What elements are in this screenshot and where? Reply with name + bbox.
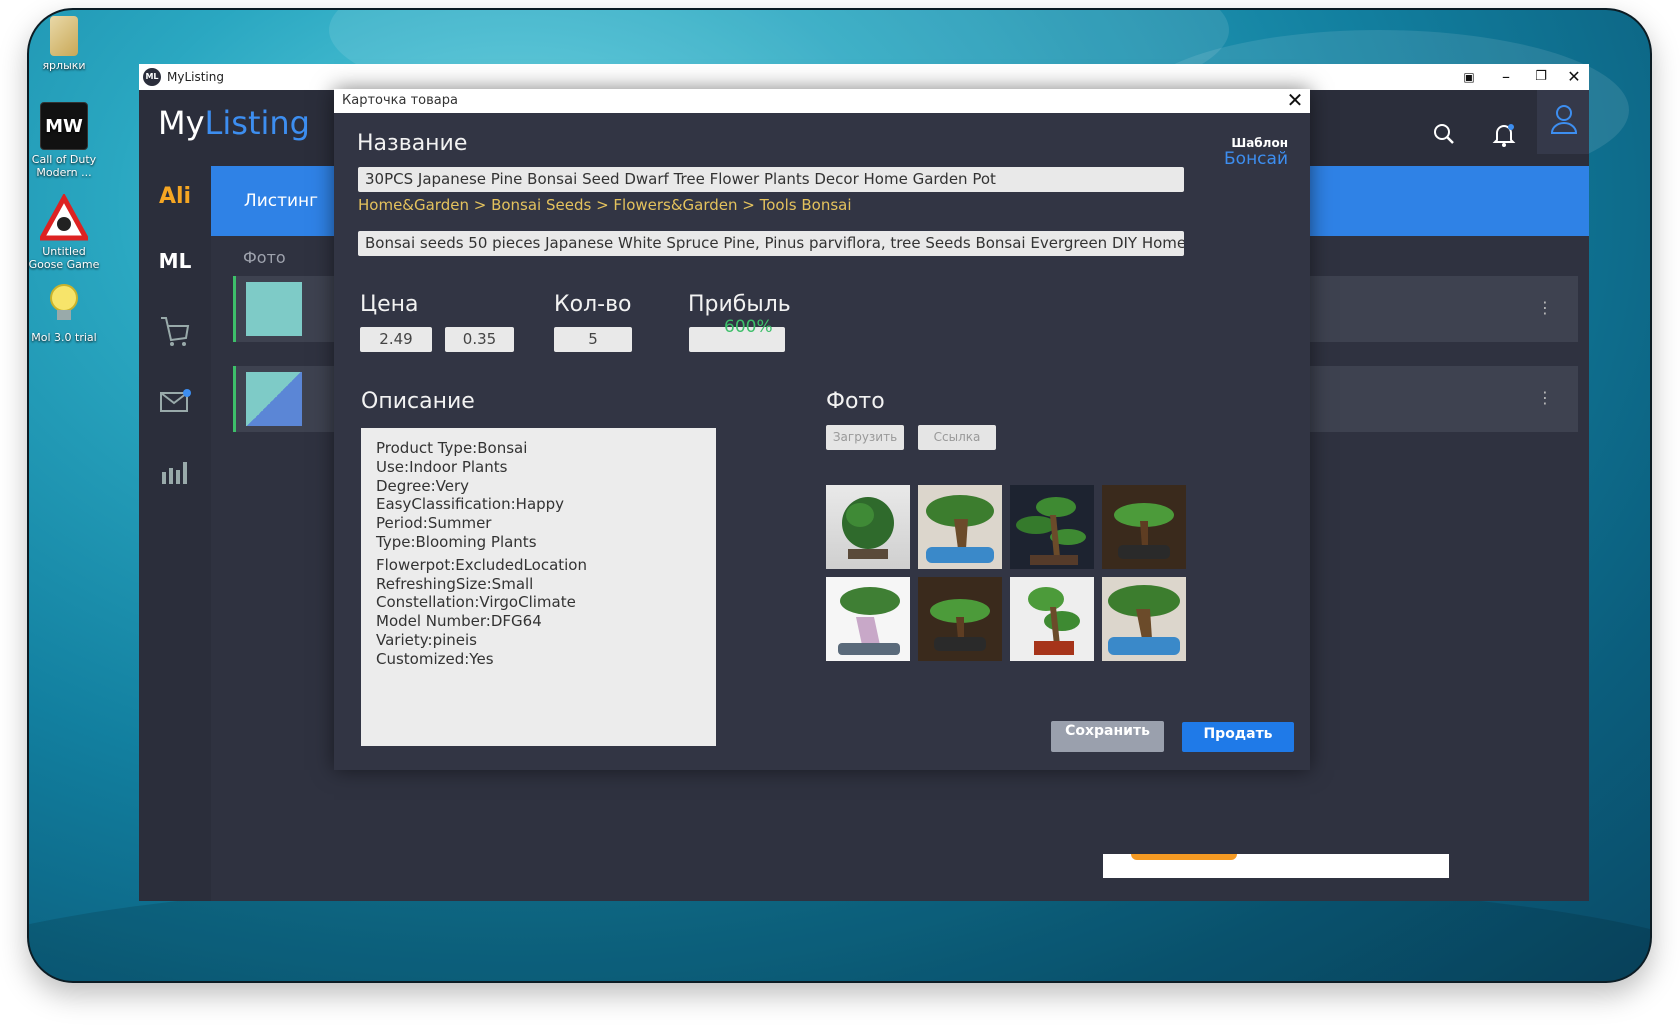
sidebar-item-messages[interactable] [139,371,211,431]
description-textarea[interactable]: Product Type:Bonsai Use:Indoor Plants De… [361,428,716,746]
folder-icon [50,16,78,56]
close-window-button[interactable]: ✕ [1559,66,1589,88]
product-card-modal: Карточка товара ✕ Название Шаблон Бонсай… [334,89,1310,770]
cart-icon [161,317,190,346]
price-label: Цена [360,292,419,317]
sidebar-item-label: Ali [158,183,192,209]
bottom-panel [1103,854,1449,878]
sidebar-item-cart[interactable] [139,301,211,361]
description-line: Degree:Very [376,476,470,495]
product-photo[interactable] [918,485,1002,569]
desktop-icon-label: ярлыки [42,59,86,72]
description-line: RefreshingSize:Small [376,574,534,593]
row-thumbnail [246,372,302,426]
profit-label: Прибыль [688,292,791,317]
profit-percent: 600% [724,317,773,337]
more-options-icon[interactable]: ⋮ [1537,388,1553,407]
brand-part-my: My [158,104,205,142]
link-button[interactable]: Ссылка [918,425,996,450]
desktop-icon-label: Untitled Goose Game [28,245,100,271]
snap-icon[interactable]: ▣ [1454,66,1484,88]
photo-label: Фото [826,389,885,414]
app-logo-icon: ML [143,68,161,86]
upload-button[interactable]: Загрузить [826,425,904,450]
description-line: Flowerpot:ExcludedLocation [376,555,587,574]
sidebar-item-ali[interactable]: Ali [139,166,211,226]
desktop-icon-label: Call of Duty Modern ... [31,153,97,179]
product-photo[interactable] [1010,485,1094,569]
description-line: EasyClassification:Happy [376,495,565,514]
minimize-button[interactable]: – [1491,66,1521,88]
search-icon[interactable] [1432,122,1462,152]
title-field[interactable]: 30PCS Japanese Pine Bonsai Seed Dwarf Tr… [358,167,1184,192]
bar-chart-icon [162,462,187,484]
progress-indicator [1131,854,1237,860]
category-breadcrumb[interactable]: Home&Garden > Bonsai Seeds > Flowers&Gar… [358,196,852,214]
brand-logo: MyListing [158,104,310,142]
user-button[interactable] [1537,90,1589,154]
template-select[interactable]: Бонсай [1224,149,1288,169]
sidebar: Ali ML [139,166,211,901]
product-photo[interactable] [918,577,1002,661]
quantity-label: Кол-во [554,292,632,317]
user-icon [1550,104,1578,138]
sidebar-item-ml[interactable]: ML [139,231,211,291]
sidebar-item-label: ML [158,249,192,273]
description-line: Constellation:VirgoClimate [376,593,576,612]
description-line: Use:Indoor Plants [376,457,508,476]
template-label: Шаблон [1231,136,1288,150]
desktop-icon-mol[interactable]: Mol 3.0 trial [29,280,104,344]
game-icon: MW [40,102,88,150]
description-label: Описание [361,389,475,414]
lightbulb-icon [40,280,88,328]
bell-icon[interactable] [1491,122,1521,152]
sidebar-item-stats[interactable] [139,441,211,501]
close-modal-button[interactable]: ✕ [1284,89,1306,111]
desktop-icon-label: Mol 3.0 trial [31,331,97,344]
price-field[interactable]: 2.49 [360,327,432,352]
save-button[interactable]: Сохранить [1051,721,1164,752]
warning-sign-icon [37,192,91,242]
description-line: Customized:Yes [376,649,494,668]
product-photo[interactable] [1102,485,1186,569]
window-title: MyListing [167,70,224,84]
tab-listing[interactable]: Листинг [211,166,351,236]
column-header-photo: Фото [243,248,286,267]
more-options-icon[interactable]: ⋮ [1537,298,1553,317]
description-line: Variety:pineis [376,630,477,649]
window-titlebar: ML MyListing ▣ – ❐ ✕ [139,64,1589,90]
restore-button[interactable]: ❐ [1526,66,1556,88]
quantity-field[interactable]: 5 [554,327,632,352]
product-photo[interactable] [826,577,910,661]
modal-titlebar: Карточка товара ✕ [334,89,1310,113]
desktop-icon-cod[interactable]: MW Call of Duty Modern ... [29,102,104,179]
description-line: Period:Summer [376,514,492,533]
description-line: Product Type:Bonsai [376,439,528,457]
subtitle-field[interactable]: Bonsai seeds 50 pieces Japanese White Sp… [358,231,1184,256]
product-photo[interactable] [1102,577,1186,661]
product-photo[interactable] [1010,577,1094,661]
sell-button[interactable]: Продать [1182,722,1294,752]
brand-part-listing: Listing [204,104,310,142]
product-photo[interactable] [826,485,910,569]
desktop-icon-goose[interactable]: Untitled Goose Game [28,192,104,271]
row-thumbnail [246,282,302,336]
name-label: Название [357,131,468,156]
mail-icon [160,389,191,412]
desktop: ярлыки MW Call of Duty Modern ... Untitl… [27,8,1652,983]
description-line: Model Number:DFG64 [376,612,542,631]
modal-title: Карточка товара [342,93,458,108]
desktop-icon-shortcuts[interactable]: ярлыки [29,16,104,72]
description-line: Type:Blooming Plants [376,532,537,551]
shipping-price-field[interactable]: 0.35 [445,327,514,352]
